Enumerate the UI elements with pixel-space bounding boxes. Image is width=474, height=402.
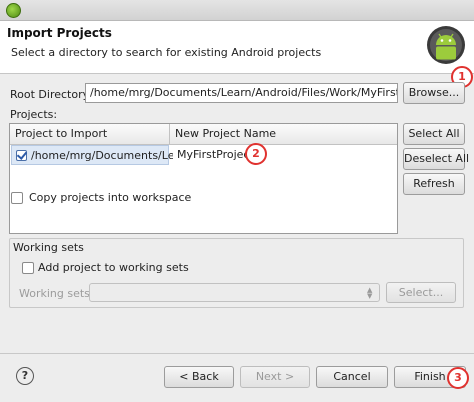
add-to-working-sets-label: Add project to working sets [38,261,189,274]
callout-3: 3 [447,367,469,389]
project-import-checkbox[interactable] [16,150,27,161]
new-project-name-value: MyFirstProject [177,148,254,161]
root-directory-label: Root Directory: [10,88,93,101]
deselect-all-button[interactable]: Deselect All [403,148,469,170]
next-button[interactable]: Next > [240,366,310,388]
browse-button[interactable]: Browse... [403,82,465,104]
refresh-button[interactable]: Refresh [403,173,465,195]
back-button[interactable]: < Back [164,366,234,388]
help-icon[interactable]: ? [16,367,34,385]
column-header-new-project-name[interactable]: New Project Name [170,124,397,144]
footer-separator [0,353,474,354]
copy-projects-label: Copy projects into workspace [29,191,192,204]
projects-label: Projects: [10,108,58,121]
project-cell[interactable]: /home/mrg/Documents/Learn [11,145,193,165]
add-to-working-sets-checkbox[interactable] [22,262,34,274]
page-title: Import Projects [7,26,112,40]
projects-table[interactable]: Project to Import New Project Name /home… [9,123,398,234]
table-row[interactable]: /home/mrg/Documents/Learn MyFirstProject [10,145,397,165]
working-sets-label: Working sets: [19,287,94,300]
android-robot-icon [427,26,465,64]
new-project-name-editor[interactable]: MyFirstProject [173,146,256,164]
column-header-project-to-import[interactable]: Project to Import [10,124,170,144]
select-working-sets-button[interactable]: Select... [386,282,456,303]
select-all-button[interactable]: Select All [403,123,465,145]
table-header: Project to Import New Project Name [10,124,397,145]
spinner-arrows-icon: ▲ ▼ [367,286,373,300]
eclipse-window-icon [6,3,21,18]
cancel-button[interactable]: Cancel [316,366,388,388]
working-sets-group-label: Working sets [13,241,84,254]
root-directory-input[interactable]: /home/mrg/Documents/Learn/Android/Files/… [85,83,398,103]
working-sets-select[interactable]: ▲ ▼ [89,283,380,302]
project-path: /home/mrg/Documents/Learn [31,149,193,162]
callout-2: 2 [245,143,267,165]
window-titlebar [0,0,474,21]
copy-projects-checkbox[interactable] [11,192,23,204]
wizard-header: Import Projects Select a directory to se… [0,21,474,74]
page-description: Select a directory to search for existin… [11,46,322,59]
